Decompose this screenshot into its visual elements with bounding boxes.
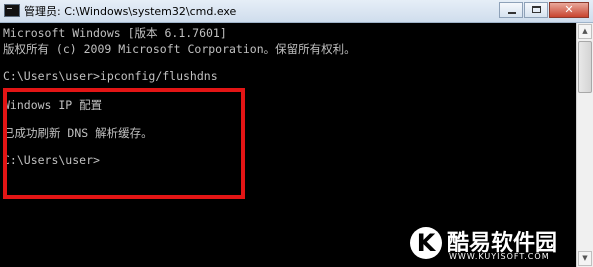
caption-buttons: ✕ (498, 2, 589, 18)
scroll-up-icon[interactable]: ▲ (578, 24, 592, 39)
close-button[interactable]: ✕ (549, 2, 589, 18)
console-line: 版权所有 (c) 2009 Microsoft Corporation。保留所有… (3, 42, 356, 56)
scrollbar-thumb[interactable] (578, 41, 592, 93)
watermark-url: WWW.KUYISOFT.COM (449, 252, 550, 261)
console-line: Microsoft Windows [版本 6.1.7601] (3, 26, 227, 40)
highlight-box (3, 88, 245, 199)
minimize-icon (508, 12, 516, 14)
minimize-button[interactable] (499, 2, 523, 18)
close-icon: ✕ (564, 3, 574, 16)
window-title: 管理员: C:\Windows\system32\cmd.exe (24, 5, 237, 18)
watermark-logo-icon: K (410, 227, 442, 259)
maximize-button[interactable] (524, 2, 548, 18)
watermark: K 酷易软件园 WWW.KUYISOFT.COM (410, 223, 590, 265)
maximize-icon (532, 6, 541, 13)
cmd-icon (4, 4, 20, 17)
title-bar[interactable]: 管理员: C:\Windows\system32\cmd.exe ✕ (0, 0, 593, 23)
console-line: C:\Users\user>ipconfig/flushdns (3, 69, 218, 83)
